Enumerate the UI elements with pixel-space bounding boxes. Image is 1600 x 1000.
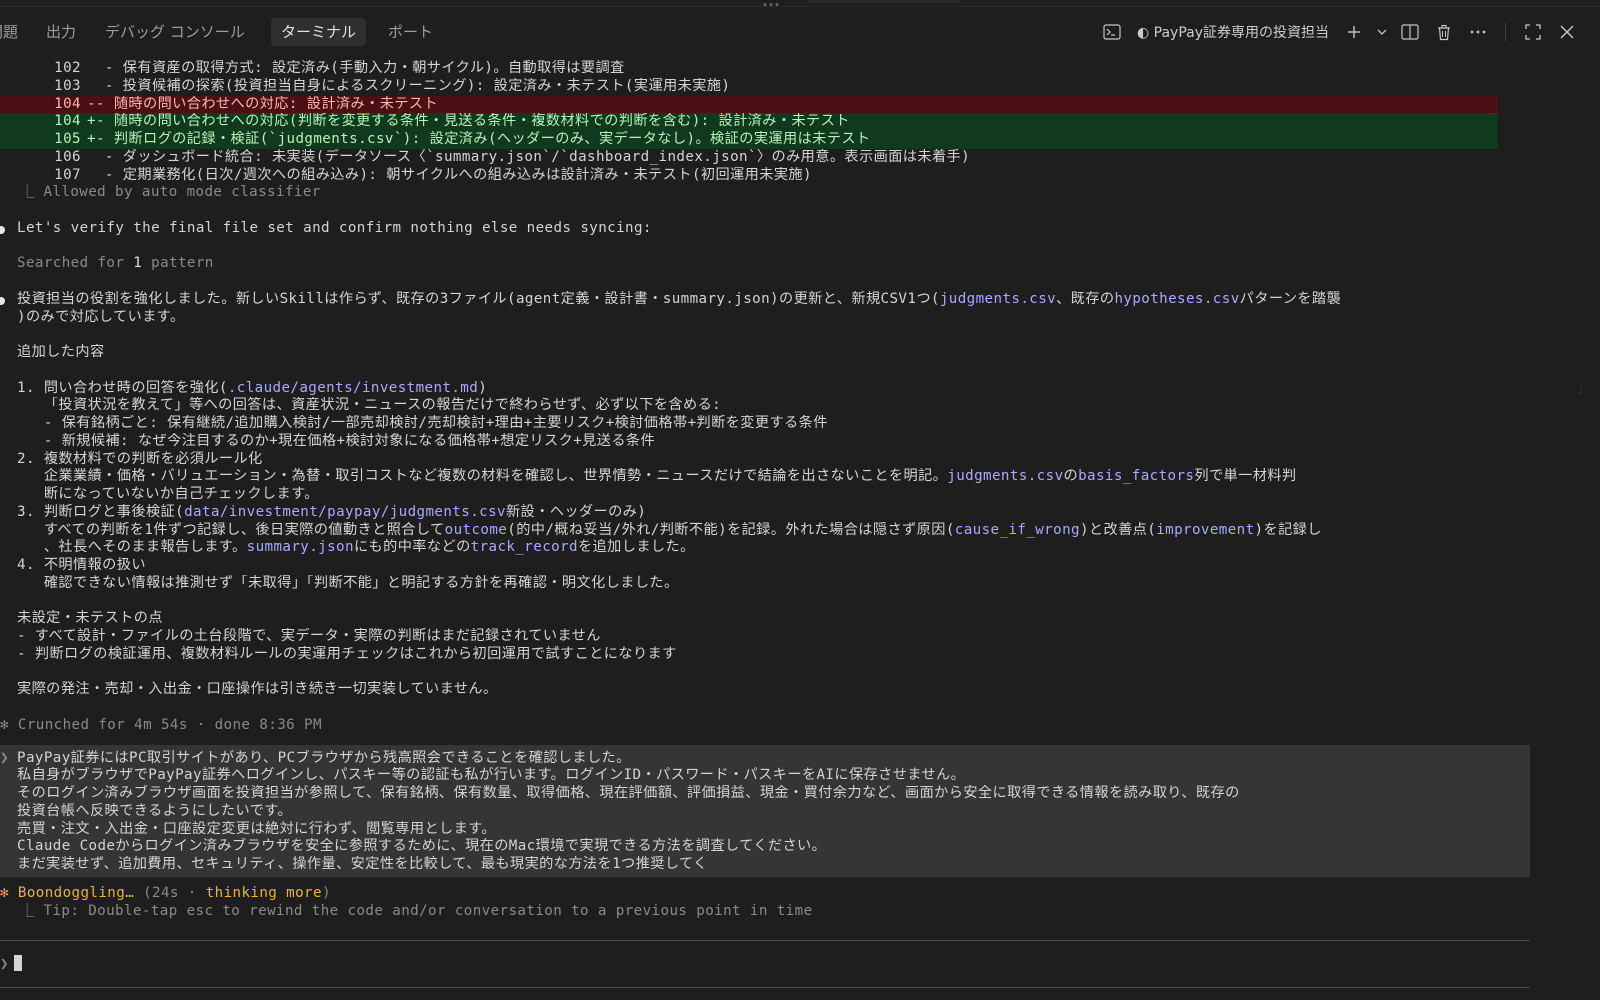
diff-line: 107 - 定期業務化(日次/週次への組み込み): 朝サイクルへの組み込みは設計… xyxy=(54,166,812,183)
prompt-line: Claude Codeからログイン済みブラウザを安全に参照するために、現在のMa… xyxy=(17,838,827,855)
summary-line: )のみで対応しています。 xyxy=(17,308,185,325)
input-chevron-icon: ❯ xyxy=(0,956,9,972)
terminal-actions: ◐ PayPay証券専用の投資担当 xyxy=(1097,18,1582,46)
tab-terminal[interactable]: ターミナル xyxy=(271,18,367,46)
panel-top-border: ••• xyxy=(0,0,1600,11)
list-item: 2. 複数材料での判断を必須ルール化 xyxy=(17,450,263,467)
spinner-star-icon: ✻ xyxy=(0,884,18,901)
panel-resize-handle[interactable]: ••• xyxy=(762,1,780,11)
list-item: 確認できない情報は推測せず「未取得」「判断不能」と明記する方針を再確認・明文化し… xyxy=(17,574,679,591)
section-heading: 未設定・未テストの点 xyxy=(17,610,163,627)
assistant-message: Let's verify the final file set and conf… xyxy=(0,220,1568,238)
tab-ports[interactable]: ポート xyxy=(378,18,443,46)
terminal-icon xyxy=(1097,19,1127,45)
text-cursor xyxy=(14,955,23,971)
diff-line: 106 - ダッシュボード統合: 未実装(データソース〈`summary.jso… xyxy=(54,148,971,165)
prompt-line: 私自身がブラウザでPayPay証券へログインし、パスキー等の認証も私が行います。… xyxy=(17,767,966,784)
allowed-note: ⎿ Allowed by auto mode classifier xyxy=(20,184,321,201)
terminal-title[interactable]: ◐ PayPay証券専用の投資担当 xyxy=(1131,22,1335,42)
prompt-input[interactable]: ❯ xyxy=(0,954,1540,974)
diff-line-removed: 104 -- 随時の問い合わせへの対応: 設計済み・未テスト xyxy=(0,95,1498,114)
tab-debug-console[interactable]: デバッグ コンソール xyxy=(95,18,255,46)
more-actions-icon[interactable] xyxy=(1463,19,1493,45)
input-top-border xyxy=(0,940,1530,941)
thinking-status: ✻ Boondoggling… (24s · thinking more) xyxy=(0,884,331,901)
list-item: すべての判断を1件ずつ記録し、後日実際の値動きと照合してoutcome(的中/概… xyxy=(17,521,1322,538)
list-item: 断になっていないか自己チェックします。 xyxy=(17,486,319,502)
chevron-down-icon[interactable] xyxy=(1373,19,1391,45)
section-heading: 追加した内容 xyxy=(17,344,105,360)
user-prompt-block: ❯ PayPay証券にはPC取引サイトがあり、PCブラウザから残高照会できることを… xyxy=(0,744,1530,877)
list-item: 、社長へそのまま報告します。summary.jsonにも的中率などのtrack_… xyxy=(17,539,695,556)
search-result: Searched for 1 pattern xyxy=(17,255,214,272)
list-item: 「投資状況を教えて」等への回答は、資産状況・ニュースの報告だけで終わらせず、必ず… xyxy=(17,397,722,414)
prompt-chevron-icon: ❯ xyxy=(0,749,9,766)
split-terminal-icon[interactable] xyxy=(1395,19,1425,45)
prompt-line: まだ実装せず、追加費用、セキュリティ、操作量、安定性を比較して、最も現実的な方法… xyxy=(17,856,708,872)
toolbar-separator xyxy=(1505,22,1506,42)
list-item: - 判断ログの検証運用、複数材料ルールの実運用チェックはこれから初回運用で試すこ… xyxy=(17,645,677,662)
trash-icon[interactable] xyxy=(1429,19,1459,45)
tip-line: ⎿ Tip: Double-tap esc to rewind the code… xyxy=(20,902,813,919)
tab-output[interactable]: 出力 xyxy=(36,18,86,46)
list-item: - 保有銘柄ごと: 保有継続/追加購入検討/一部売却検討/売却検討+理由+主要リ… xyxy=(17,415,828,431)
summary-line: 投資担当の役割を強化しました。新しいSkillは作らず、既存の3ファイル(age… xyxy=(0,291,1568,309)
crunched-status: ✻ Crunched for 4m 54s · done 8:36 PM xyxy=(0,716,322,733)
diff-line: 102 - 保有資産の取得方式: 設定済み(手動入力・朝サイクル)。自動取得は要… xyxy=(54,60,625,76)
maximize-panel-icon[interactable] xyxy=(1518,19,1548,45)
diff-line-added: 104 +- 随時の問い合わせへの対応(判断を変更する条件・見送る条件・複数材料で… xyxy=(0,113,1498,131)
panel-tab-bar: 問題 出力 デバッグ コンソール ターミナル ポート ◐ PayPay証券専用の… xyxy=(0,12,1600,52)
diff-line: 103 - 投資候補の探索(投資担当自身によるスクリーニング): 設定済み・未テ… xyxy=(54,77,731,94)
prompt-line: 投資台帳へ反映できるようにしたいです。 xyxy=(17,802,293,819)
prompt-line: 売買・注文・入出金・口座設定変更は絶対に行わず、閲覧専用とします。 xyxy=(17,820,496,837)
tab-problems[interactable]: 問題 xyxy=(0,18,28,46)
list-item: 企業業績・価格・バリュエーション・為替・取引コストなど複数の材料を確認し、世界情… xyxy=(17,468,1297,485)
terminal-output[interactable]: 102 - 保有資産の取得方式: 設定済み(手動入力・朝サイクル)。自動取得は要… xyxy=(0,60,1568,1000)
prompt-line: そのログイン済みブラウザ画面を投資担当が参照して、保有銘柄、保有数量、取得価格、… xyxy=(17,785,1240,801)
closing-note: 実際の発注・売却・入出金・口座操作は引き続き一切実装していません。 xyxy=(17,681,498,698)
list-item: 1. 問い合わせ時の回答を強化(.claude/agents/investmen… xyxy=(17,379,488,396)
list-item: - すべて設計・ファイルの土台段階で、実データ・実際の判断はまだ記録されていませ… xyxy=(17,628,601,644)
list-item: 4. 不明情報の扱い xyxy=(17,557,146,573)
list-item: 3. 判断ログと事後検証(data/investment/paypay/judg… xyxy=(17,503,647,520)
scrollbar-handle[interactable]: ⋮ xyxy=(1576,384,1586,395)
close-panel-icon[interactable] xyxy=(1552,19,1582,45)
diff-line-added: 105 +- 判断ログの記録・検証(`judgments.csv`): 設定済み(… xyxy=(0,131,1498,149)
input-bottom-border xyxy=(0,987,1530,988)
list-item: - 新規候補: なぜ今注目するのか+現在価格+検討対象になる価格帯+想定リスク+… xyxy=(17,432,656,449)
prompt-line: ❯ PayPay証券にはPC取引サイトがあり、PCブラウザから残高照会できることを… xyxy=(0,749,631,766)
new-terminal-plus-icon[interactable] xyxy=(1339,19,1369,45)
editor-scroll-shadow xyxy=(808,0,960,3)
